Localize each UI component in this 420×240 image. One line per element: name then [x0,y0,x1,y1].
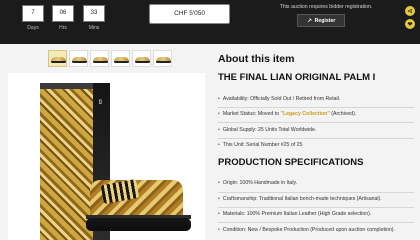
register-button[interactable]: Register [297,14,345,27]
condition-item: • Condition: New / Bespoke Production (Pr… [218,227,395,233]
thumbnail-1[interactable] [48,50,67,67]
divider [218,122,414,123]
divider [218,107,414,108]
about-heading: About this item [218,53,295,65]
bid-amount-field[interactable]: CHF 5'050 [149,4,230,24]
share-icon [408,9,412,13]
production-heading: PRODUCTION SPECIFICATIONS [218,157,364,168]
product-title: THE FINAL LIAN ORIGINAL PALM I [218,72,376,83]
minutes-label: Mins [88,25,100,31]
availability-item: • Availability: Officially Sold Out / Ret… [218,96,341,102]
thumbnail-3[interactable] [90,50,109,67]
heart-icon [407,22,413,26]
gallery-thumbnails [48,50,172,68]
thumbnail-6[interactable] [153,50,172,67]
legacy-collection-label: "Legacy Collection" [280,111,330,117]
divider [218,192,414,193]
sneaker-image [82,176,191,236]
hours-value: 06 [52,5,74,22]
minutes-value: 33 [83,5,105,22]
thumbnail-4[interactable] [111,50,130,67]
divider [218,222,414,223]
main-product-image[interactable]: ▯ [8,73,205,240]
divider [218,138,414,139]
market-status-item: • Market Status: Moved to "Legacy Collect… [218,111,357,117]
thumbnail-5[interactable] [132,50,151,67]
brand-logo-icon: ▯ [99,99,102,105]
gavel-icon [307,18,312,23]
side-actions [405,6,415,32]
share-button[interactable] [405,6,415,16]
days-label: Days [27,25,39,31]
craftsmanship-item: • Craftsmanship: Traditional Italian benc… [218,196,382,202]
register-button-label: Register [314,17,336,24]
wishlist-button[interactable] [405,19,415,29]
serial-number-item: • This Unit: Serial Number #25 of 25 [218,142,303,148]
global-supply-item: • Global Supply: 25 Units Total Worldwide… [218,127,317,133]
thumbnail-2[interactable] [69,50,88,67]
divider [218,207,414,208]
registration-notice: This auction requires bidder registratio… [279,4,373,10]
auction-header: 7 Days 06 Hrs 33 Mins CHF 5'050 This auc… [0,0,420,44]
materials-item: • Materials: 100% Premium Italian Leather… [218,211,372,217]
days-value: 7 [22,5,44,22]
origin-item: • Origin: 100% Handmade in Italy. [218,180,298,186]
hours-label: Hrs [59,25,67,31]
